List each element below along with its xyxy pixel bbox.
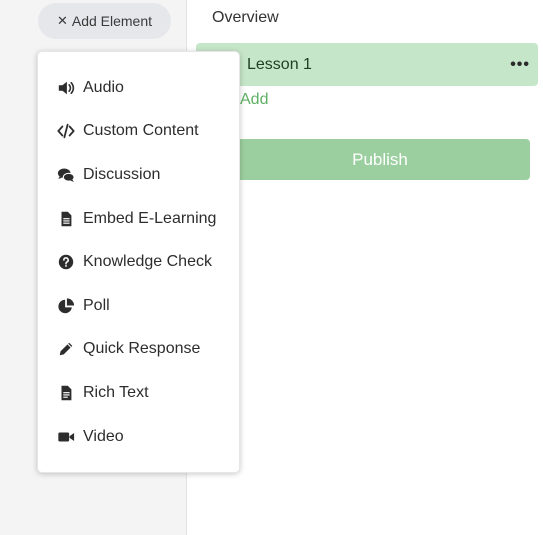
menu-item-label: Audio [83, 78, 124, 96]
menu-item-label: Custom Content [83, 122, 199, 140]
lesson-row[interactable]: Lesson 1 ••• [196, 43, 538, 86]
close-icon: ✕ [56, 13, 68, 28]
pie-chart-icon [56, 296, 76, 316]
menu-item-custom-content[interactable]: Custom Content [38, 110, 239, 154]
question-circle-icon [56, 252, 76, 272]
more-options-icon[interactable]: ••• [510, 56, 530, 74]
menu-item-label: Poll [83, 296, 110, 314]
video-camera-icon [56, 427, 76, 447]
publish-button[interactable]: Publish [230, 139, 530, 180]
comments-icon [56, 165, 76, 185]
menu-item-quick-response[interactable]: Quick Response [38, 328, 239, 372]
main-content: Overview Lesson 1 ••• Add Publish [188, 0, 543, 535]
menu-item-poll[interactable]: Poll [38, 284, 239, 328]
menu-item-label: Rich Text [83, 383, 149, 401]
file-document-icon [56, 209, 76, 229]
pencil-icon [56, 339, 76, 359]
add-element-button[interactable]: ✕ Add Element [38, 3, 171, 39]
menu-item-discussion[interactable]: Discussion [38, 153, 239, 197]
menu-item-embed-e-learning[interactable]: Embed E-Learning [38, 197, 239, 241]
menu-item-label: Quick Response [83, 340, 201, 358]
file-text-icon [56, 383, 76, 403]
menu-item-label: Video [83, 427, 124, 445]
volume-icon [56, 78, 76, 98]
menu-item-label: Discussion [83, 165, 161, 183]
lesson-title: Lesson 1 [247, 55, 312, 73]
code-icon [56, 121, 76, 141]
menu-item-video[interactable]: Video [38, 415, 239, 459]
menu-item-rich-text[interactable]: Rich Text [38, 371, 239, 415]
menu-item-label: Knowledge Check [83, 253, 212, 271]
add-element-dropdown: Audio Custom Content Discussion Embed E-… [37, 51, 240, 473]
menu-item-label: Embed E-Learning [83, 209, 217, 227]
add-element-label: Add Element [71, 13, 153, 29]
add-link[interactable]: Add [240, 91, 268, 109]
overview-link[interactable]: Overview [212, 9, 279, 27]
menu-item-knowledge-check[interactable]: Knowledge Check [38, 240, 239, 284]
menu-item-audio[interactable]: Audio [38, 66, 239, 110]
